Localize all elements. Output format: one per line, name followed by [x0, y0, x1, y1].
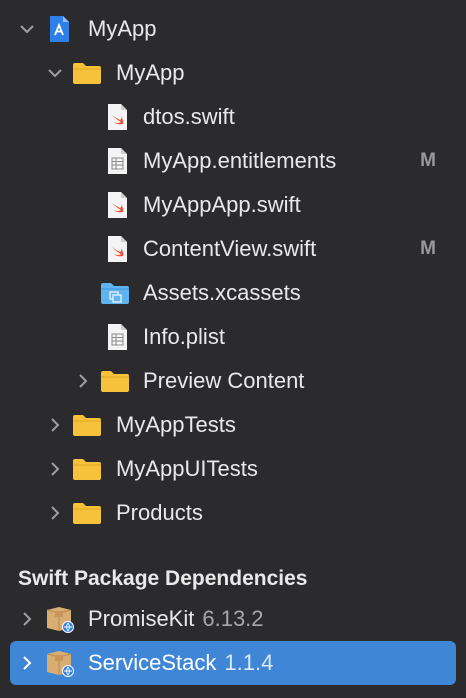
folder-icon: [100, 367, 130, 395]
file-label: ContentView.swift: [143, 236, 317, 261]
file-row[interactable]: Assets.xcassets: [0, 271, 466, 315]
package-name: ServiceStack: [88, 650, 217, 675]
file-row[interactable]: dtos.swift: [0, 95, 466, 139]
file-label: Info.plist: [143, 324, 225, 349]
group-products[interactable]: Products: [0, 491, 466, 535]
folder-icon: [72, 455, 102, 483]
chevron-down-icon[interactable]: [16, 18, 38, 40]
package-row[interactable]: PromiseKit 6.13.2: [0, 597, 466, 641]
group-preview-content[interactable]: Preview Content: [0, 359, 466, 403]
file-label: MyApp.entitlements: [143, 148, 337, 173]
chevron-right-icon[interactable]: [16, 608, 38, 630]
project-label: MyApp: [88, 16, 157, 41]
group-myapptests[interactable]: MyAppTests: [0, 403, 466, 447]
chevron-right-icon[interactable]: [44, 414, 66, 436]
project-row[interactable]: MyApp: [0, 7, 466, 51]
package-label: ServiceStack 1.1.4: [88, 641, 273, 685]
swift-file-icon: [102, 191, 132, 219]
swift-file-icon: [102, 235, 132, 263]
package-version: 1.1.4: [224, 650, 274, 675]
group-label: MyAppTests: [116, 412, 236, 437]
xcode-project-icon: [44, 15, 74, 43]
file-label: dtos.swift: [143, 104, 235, 129]
chevron-right-icon[interactable]: [72, 370, 94, 392]
folder-icon: [72, 411, 102, 439]
package-icon: [44, 649, 74, 677]
chevron-down-icon[interactable]: [44, 62, 66, 84]
file-row[interactable]: MyApp.entitlements M: [0, 139, 466, 183]
file-label: Assets.xcassets: [143, 280, 301, 305]
section-header: Swift Package Dependencies: [18, 567, 308, 590]
entitlements-file-icon: [102, 147, 132, 175]
group-label: Products: [116, 500, 203, 525]
file-row[interactable]: MyAppApp.swift: [0, 183, 466, 227]
package-label: PromiseKit 6.13.2: [88, 597, 264, 641]
group-myappuitests[interactable]: MyAppUITests: [0, 447, 466, 491]
asset-catalog-folder-icon: [100, 279, 130, 307]
chevron-right-icon[interactable]: [44, 502, 66, 524]
file-row[interactable]: Info.plist: [0, 315, 466, 359]
file-row[interactable]: ContentView.swift M: [0, 227, 466, 271]
file-label: MyAppApp.swift: [143, 192, 301, 217]
chevron-right-icon[interactable]: [16, 652, 38, 674]
status-badge: M: [420, 150, 436, 171]
package-version: 6.13.2: [202, 606, 264, 631]
group-myapp[interactable]: MyApp: [0, 51, 466, 95]
folder-icon: [72, 499, 102, 527]
package-row[interactable]: ServiceStack 1.1.4: [0, 641, 466, 685]
group-label: MyAppUITests: [116, 456, 258, 481]
status-badge: M: [420, 238, 436, 259]
package-icon: [44, 605, 74, 633]
chevron-right-icon[interactable]: [44, 458, 66, 480]
package-name: PromiseKit: [88, 606, 195, 631]
folder-icon: [72, 59, 102, 87]
plist-file-icon: [102, 323, 132, 351]
swift-file-icon: [102, 103, 132, 131]
group-label: Preview Content: [143, 368, 305, 393]
group-label: MyApp: [116, 60, 185, 85]
